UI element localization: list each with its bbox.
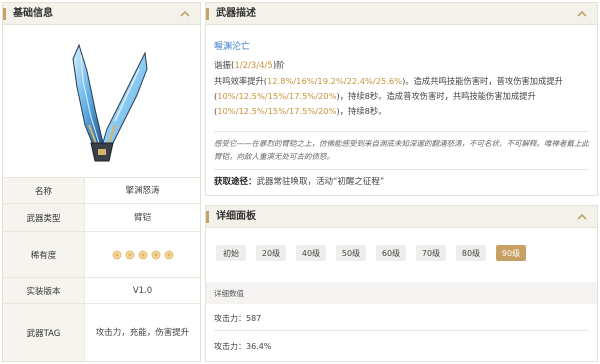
passive-effect: 共鸣效率提升(12.8%/16%/19.2%/22.4%/25.6%)。造成共鸣… xyxy=(214,74,589,119)
header-accent-bar xyxy=(206,211,209,223)
info-key: 武器类型 xyxy=(3,204,85,231)
description-header[interactable]: 武器描述 xyxy=(206,3,597,25)
info-row-name: 名称 擎渊怒涛 xyxy=(3,177,200,203)
acquisition-value: 武器常驻唤取，活动“初醒之征程” xyxy=(256,177,385,187)
basic-info-panel: 基础信息 名称 擎渊怒涛 武器类型 臂铠 稀有度 实装版本 V1.0 武器TAG… xyxy=(2,2,201,362)
level-tab-50[interactable]: 50级 xyxy=(336,245,366,261)
stat-row-atk: 攻击力：587 xyxy=(214,313,262,323)
info-row-type: 武器类型 臂铠 xyxy=(3,203,200,231)
chevron-up-icon[interactable] xyxy=(575,210,589,224)
star-icon xyxy=(164,250,173,259)
acquisition-label: 获取途径： xyxy=(214,177,257,187)
level-tab-90[interactable]: 90级 xyxy=(496,245,526,261)
refine-suffix: )阶 xyxy=(272,61,285,71)
weapon-image xyxy=(3,25,200,177)
refine-prefix: 谐振( xyxy=(214,61,235,71)
detail-panel: 详细面板 初始 20级 40级 50级 60级 70级 80级 90级 详细数值… xyxy=(205,205,598,362)
chevron-up-icon[interactable] xyxy=(575,7,589,21)
header-accent-bar xyxy=(3,8,6,20)
info-row-tag: 武器TAG 攻击力，充能，伤害提升 xyxy=(3,303,200,361)
chevron-up-icon[interactable] xyxy=(178,7,192,21)
level-tab-20[interactable]: 20级 xyxy=(256,245,286,261)
weapon-name-value: 擎渊怒涛 xyxy=(125,185,160,196)
passive-name: 喔渊沦亡 xyxy=(214,42,251,52)
basic-info-header[interactable]: 基础信息 xyxy=(3,3,200,25)
info-key: 实装版本 xyxy=(3,278,85,303)
stat-row-secondary: 攻击力：36.4% xyxy=(214,341,272,351)
version-value: V1.0 xyxy=(132,285,153,296)
description-title: 武器描述 xyxy=(216,8,256,19)
effect-text: 共鸣效率提升( xyxy=(214,76,268,86)
level-tab-60[interactable]: 60级 xyxy=(376,245,406,261)
effect-value: 10%/12.5%/15%/17.5%/20% xyxy=(217,91,337,101)
level-tab-80[interactable]: 80级 xyxy=(456,245,486,261)
detail-title: 详细面板 xyxy=(216,211,256,222)
divider xyxy=(214,330,589,331)
divider xyxy=(214,131,589,132)
star-icon xyxy=(112,250,121,259)
refine-levels: 谐振(1/2/3/4/5)阶 xyxy=(214,59,285,71)
weapon-story: 感受它——在暴烈的臂铠之上，仿佛能感受到来自渊底未知深邃的翻涌怒涛，不可名状、不… xyxy=(214,139,589,161)
level-tab-40[interactable]: 40级 xyxy=(296,245,326,261)
effect-value: 12.8%/16%/19.2%/22.4%/25.6% xyxy=(267,76,403,86)
star-icon xyxy=(138,250,147,259)
star-icon xyxy=(125,250,134,259)
acquisition: 获取途径：武器常驻唤取，活动“初醒之征程” xyxy=(214,175,384,187)
star-icon xyxy=(151,250,160,259)
rarity-value xyxy=(85,232,200,277)
info-key: 武器TAG xyxy=(3,304,85,361)
detail-header[interactable]: 详细面板 xyxy=(206,206,597,228)
effect-value: 10%/12.5%/15%/17.5%/20% xyxy=(217,106,337,116)
info-key: 稀有度 xyxy=(3,232,85,277)
level-tab-initial[interactable]: 初始 xyxy=(216,245,246,261)
rarity-stars xyxy=(112,250,174,260)
refine-values: 1/2/3/4/5 xyxy=(234,61,273,71)
stats-header: 详细数值 xyxy=(206,282,597,304)
weapon-tag-value: 攻击力，充能，伤害提升 xyxy=(95,327,190,338)
divider xyxy=(214,169,589,170)
info-row-version: 实装版本 V1.0 xyxy=(3,277,200,303)
weapon-description-panel: 武器描述 喔渊沦亡 谐振(1/2/3/4/5)阶 共鸣效率提升(12.8%/16… xyxy=(205,2,598,196)
info-key: 名称 xyxy=(3,178,85,203)
basic-info-title: 基础信息 xyxy=(13,8,53,19)
header-accent-bar xyxy=(206,8,209,20)
level-tabs: 初始 20级 40级 50级 60级 70级 80级 90级 xyxy=(216,245,526,261)
weapon-type-value: 臂铠 xyxy=(133,212,151,223)
effect-text: )，持续8秒。 xyxy=(336,106,387,116)
info-row-rarity: 稀有度 xyxy=(3,231,200,277)
level-tab-70[interactable]: 70级 xyxy=(416,245,446,261)
